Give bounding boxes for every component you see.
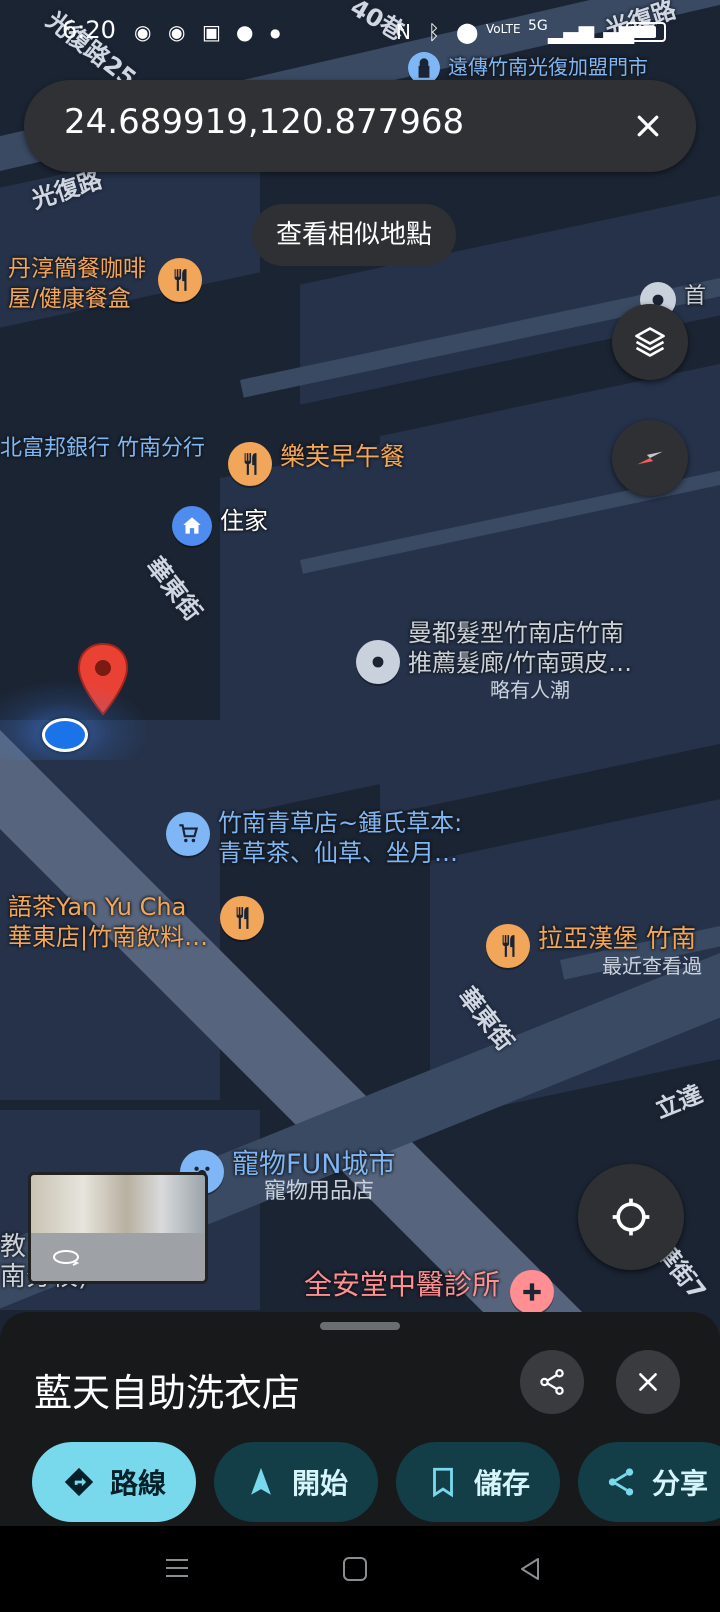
compass-button[interactable] (612, 420, 688, 496)
messenger-icon: ◉ (168, 20, 186, 44)
directions-button[interactable]: 路線 (32, 1442, 196, 1522)
back-button[interactable] (518, 1556, 542, 1586)
restaurant-icon (158, 258, 202, 302)
share-icon (540, 1369, 564, 1395)
search-bar[interactable]: 24.689919,120.877968 (24, 80, 696, 172)
start-label: 開始 (291, 1467, 348, 1500)
bookmark-icon (433, 1467, 453, 1498)
navigation-arrow-icon (251, 1467, 271, 1495)
close-icon (639, 1373, 657, 1391)
system-nav-bar (0, 1526, 720, 1612)
poi-lefu-brunch[interactable]: 樂芙早午餐 (228, 442, 405, 486)
poi-name: 住家 (220, 507, 268, 535)
close-icon (637, 115, 659, 137)
nfc-icon: N (396, 20, 411, 44)
street-view-thumbnail[interactable] (28, 1172, 208, 1284)
poi-name: 丹淳簡餐咖啡 屋/健康餐盒 (8, 256, 146, 312)
poi-subtitle: 最近查看過 (602, 954, 702, 978)
clinic-icon (510, 1270, 555, 1314)
road-label-lida: 立達 (651, 1079, 707, 1124)
poi-danchun-cafe[interactable]: 丹淳簡餐咖啡 屋/健康餐盒 (0, 254, 202, 314)
place-bottom-sheet[interactable]: 藍天自助洗衣店 路線 開始 儲存 分享 (0, 1312, 720, 1526)
share-label: 分享 (652, 1467, 709, 1500)
crosshair-icon (612, 1198, 650, 1236)
share-round-button[interactable] (520, 1350, 584, 1414)
menu-lines-icon (166, 1559, 188, 1577)
volte-icon: VoLTE (486, 22, 521, 36)
my-location-button[interactable] (578, 1164, 684, 1270)
bluetooth-icon: ᛒ (428, 20, 440, 44)
place-title: 藍天自助洗衣店 (34, 1371, 301, 1415)
poi-name: 全安堂中醫診所 (304, 1268, 501, 1301)
location-icon: ⬤ (456, 20, 479, 44)
road-label-huadong-1: 華東街 (140, 552, 208, 627)
salon-icon (356, 640, 400, 684)
poi-name: 語茶Yan Yu Cha 華東店|竹南飲料… (8, 893, 209, 951)
line-icon: ● (236, 20, 254, 44)
poi-name: 樂芙早午餐 (280, 442, 406, 471)
square-home-icon (343, 1557, 367, 1581)
layers-button[interactable] (612, 304, 688, 380)
360-rotate-icon (51, 1247, 81, 1267)
restaurant-icon (228, 442, 272, 486)
share-icon (608, 1468, 634, 1496)
clear-search-button[interactable] (624, 102, 672, 150)
poi-name: 竹南青草店~鍾氏草本: 青草茶、仙草、坐月… (218, 809, 463, 867)
poi-subtitle: 略有人潮 (490, 678, 570, 702)
battery-icon (626, 22, 666, 42)
layers-icon (635, 327, 665, 357)
directions-label: 路線 (109, 1467, 166, 1500)
back-triangle-icon (521, 1558, 539, 1580)
poi-home[interactable]: 住家 (172, 506, 268, 546)
save-label: 儲存 (473, 1467, 530, 1500)
poi-name: 首 (684, 284, 707, 309)
app-icon: ▣ (202, 20, 221, 44)
start-button[interactable]: 開始 (214, 1442, 378, 1522)
poi-mandu-salon[interactable]: 曼都髮型竹南店竹南 推薦髮廊/竹南頭皮… 略有人潮 (356, 618, 632, 702)
restaurant-icon (486, 924, 530, 968)
search-query[interactable]: 24.689919,120.877968 (64, 102, 464, 142)
save-button[interactable]: 儲存 (396, 1442, 560, 1522)
similar-places-button[interactable]: 查看相似地點 (252, 204, 457, 266)
poi-quanantang-clinic[interactable]: 全安堂中醫診所 (296, 1268, 555, 1314)
poi-yanyucha[interactable]: 語茶Yan Yu Cha 華東店|竹南飲料… (0, 892, 265, 952)
messenger-icon: ◉ (134, 20, 152, 44)
current-location-dot-icon (42, 718, 88, 752)
drag-handle[interactable] (320, 1322, 400, 1330)
poi-subtitle: 寵物用品店 (264, 1179, 375, 1204)
poi-name: 北富邦銀行 竹南分行 (0, 436, 205, 461)
poi-fubon-bank[interactable]: 北富邦銀行 竹南分行 (0, 434, 205, 464)
home-icon (172, 506, 212, 546)
recent-apps-button[interactable] (164, 1556, 190, 1584)
poi-name: 寵物FUN城市 (232, 1149, 396, 1180)
status-bar: 6:20 ◉ ◉ ▣ ● ● N ᛒ ⬤ VoLTE 5G ▂▄▆ ▂▄▆ (0, 0, 720, 64)
share-chip-button[interactable]: 分享 (578, 1442, 720, 1522)
status-time: 6:20 (62, 16, 116, 44)
directions-icon (64, 1467, 94, 1497)
close-sheet-button[interactable] (616, 1350, 680, 1414)
poi-qingcao-store[interactable]: 竹南青草店~鍾氏草本: 青草茶、仙草、坐月… (166, 808, 462, 868)
home-button[interactable] (342, 1556, 368, 1586)
network-type: 5G (528, 18, 548, 34)
more-notifications-icon: ● (270, 26, 281, 40)
poi-pet-fun-city[interactable]: 寵物FUN城市 寵物用品店 (180, 1150, 396, 1204)
poi-name: 曼都髮型竹南店竹南 推薦髮廊/竹南頭皮… (408, 619, 633, 677)
compass-icon (637, 451, 663, 465)
poi-laya-burger[interactable]: 拉亞漢堡 竹南 最近查看過 (486, 924, 702, 978)
restaurant-icon (220, 896, 265, 940)
poi-name: 拉亞漢堡 竹南 (538, 924, 696, 953)
shopping-cart-icon (166, 812, 210, 856)
